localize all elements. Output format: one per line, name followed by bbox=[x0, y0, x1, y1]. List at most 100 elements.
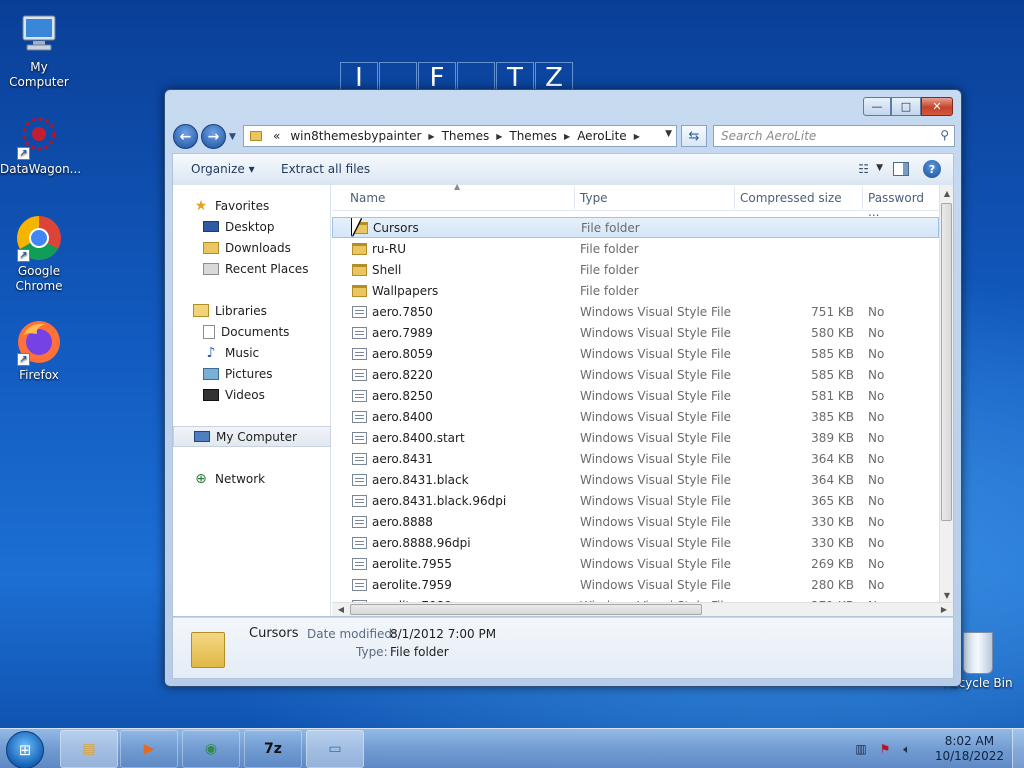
horizontal-scrollbar[interactable]: ◀ ▶ bbox=[332, 602, 953, 616]
file-row[interactable]: Shell File folder bbox=[332, 259, 939, 280]
file-row[interactable]: aero.8431.black Windows Visual Style File… bbox=[332, 469, 939, 490]
recent-pages-dropdown[interactable]: ▼ bbox=[229, 132, 239, 142]
file-row[interactable]: aero.8400.start Windows Visual Style File… bbox=[332, 427, 939, 448]
nav-network[interactable]: ⊕ Network bbox=[173, 468, 331, 489]
nav-recent-places[interactable]: Recent Places bbox=[173, 258, 331, 279]
explorer-window: — □ ✕ ← → ▼ « win8themesbypainter ▶ Them… bbox=[164, 89, 962, 687]
minimize-button[interactable]: — bbox=[863, 97, 891, 116]
file-row[interactable]: aero.8888.96dpi Windows Visual Style File… bbox=[332, 532, 939, 553]
maximize-button[interactable]: □ bbox=[891, 97, 921, 116]
breadcrumb-overflow[interactable]: « bbox=[268, 129, 285, 143]
chevron-right-icon[interactable]: ▶ bbox=[562, 132, 572, 141]
taskbar-app-media-player[interactable]: ▶ bbox=[120, 730, 178, 768]
file-row[interactable]: aero.8250 Windows Visual Style File 581 KB… bbox=[332, 385, 939, 406]
breadcrumb-item[interactable]: AeroLite bbox=[572, 129, 632, 143]
file-row[interactable]: aero.8400 Windows Visual Style File 385 KB… bbox=[332, 406, 939, 427]
chevron-right-icon[interactable]: ▶ bbox=[426, 132, 436, 141]
desktop-icon-google-chrome[interactable]: ↗ Google Chrome bbox=[0, 214, 78, 294]
column-header-compressed-size[interactable]: Compressed size bbox=[740, 191, 842, 205]
address-bar[interactable]: « win8themesbypainter ▶ Themes ▶ Themes … bbox=[243, 125, 677, 147]
chevron-right-icon[interactable]: ▶ bbox=[494, 132, 504, 141]
firefox-icon: ↗ bbox=[15, 318, 63, 366]
file-row[interactable]: Cursors File folder bbox=[332, 217, 939, 238]
nav-downloads[interactable]: Downloads bbox=[173, 237, 331, 258]
organize-button[interactable]: Organize ▾ bbox=[191, 162, 255, 176]
desktop-icon bbox=[203, 221, 219, 232]
file-row[interactable]: aero.7850 Windows Visual Style File 751 KB… bbox=[332, 301, 939, 322]
column-header-type[interactable]: Type bbox=[580, 191, 608, 205]
nav-pictures[interactable]: Pictures bbox=[173, 363, 331, 384]
scroll-up-icon[interactable]: ▲ bbox=[940, 187, 954, 201]
nav-videos[interactable]: Videos bbox=[173, 384, 331, 405]
nav-my-computer[interactable]: My Computer bbox=[173, 426, 331, 447]
taskbar-app-explorer[interactable]: ▤ bbox=[60, 730, 118, 768]
extract-all-button[interactable]: Extract all files bbox=[281, 162, 370, 176]
scroll-right-icon[interactable]: ▶ bbox=[937, 603, 951, 617]
breadcrumb-item[interactable]: Themes bbox=[437, 129, 495, 143]
network-tray-icon[interactable]: ▥ bbox=[854, 742, 868, 756]
downloads-folder-icon bbox=[203, 241, 219, 254]
nav-desktop[interactable]: Desktop bbox=[173, 216, 331, 237]
file-row[interactable]: aerolite.7959 Windows Visual Style File 28… bbox=[332, 574, 939, 595]
desktop-icon-label: Firefox bbox=[19, 368, 59, 382]
nav-music[interactable]: ♪ Music bbox=[173, 342, 331, 363]
file-row[interactable]: Wallpapers File folder bbox=[332, 280, 939, 301]
nav-documents[interactable]: Documents bbox=[173, 321, 331, 342]
desktop-icon-datawagon[interactable]: ↗ DataWagon... bbox=[0, 112, 81, 177]
search-icon[interactable]: ⚲ bbox=[940, 128, 949, 142]
start-button[interactable]: ⊞ bbox=[6, 731, 44, 768]
show-desktop-button[interactable] bbox=[1012, 729, 1024, 768]
view-options-icon[interactable]: ☷ bbox=[858, 162, 869, 176]
taskbar-app-picture-viewer[interactable]: ▭ bbox=[306, 730, 364, 768]
file-row[interactable]: ru-RU File folder bbox=[332, 238, 939, 259]
volume-icon[interactable]: 🔈︎ bbox=[900, 742, 914, 756]
file-type: Windows Visual Style File bbox=[580, 451, 732, 466]
taskbar-app-chrome[interactable]: ◉ bbox=[182, 730, 240, 768]
sort-ascending-icon: ▲ bbox=[454, 182, 461, 191]
chevron-down-icon[interactable]: ▼ bbox=[876, 163, 883, 173]
breadcrumb-item[interactable]: Themes bbox=[504, 129, 562, 143]
forward-button[interactable]: → bbox=[201, 124, 226, 149]
nav-favorites[interactable]: ★ Favorites bbox=[173, 195, 331, 216]
breadcrumb-item[interactable]: win8themesbypainter bbox=[285, 129, 426, 143]
clock[interactable]: 8:02 AM 10/18/2022 bbox=[935, 734, 1004, 764]
search-input[interactable]: Search AeroLite ⚲ bbox=[713, 125, 955, 147]
file-row[interactable]: aero.8220 Windows Visual Style File 585 KB… bbox=[332, 364, 939, 385]
file-name: aero.7989 bbox=[372, 325, 433, 340]
back-button[interactable]: ← bbox=[173, 124, 198, 149]
column-divider[interactable] bbox=[734, 187, 735, 209]
vertical-scroll-thumb[interactable] bbox=[941, 203, 952, 521]
horizontal-scroll-thumb[interactable] bbox=[350, 604, 702, 615]
column-header-password[interactable]: Password ... bbox=[868, 191, 939, 219]
file-row[interactable]: aero.8431 Windows Visual Style File 364 KB… bbox=[332, 448, 939, 469]
desktop-icon-my-computer[interactable]: My Computer bbox=[0, 10, 78, 90]
file-compressed-size: 585 KB bbox=[811, 346, 854, 361]
file-type: Windows Visual Style File bbox=[580, 430, 732, 445]
file-row[interactable]: aero.8431.black.96dpi Windows Visual Styl… bbox=[332, 490, 939, 511]
file-row[interactable]: aerolite.7955 Windows Visual Style File 26… bbox=[332, 553, 939, 574]
scroll-left-icon[interactable]: ◀ bbox=[334, 603, 348, 617]
column-divider[interactable] bbox=[862, 187, 863, 209]
refresh-button[interactable]: ⇆ bbox=[681, 125, 707, 147]
file-row[interactable]: aero.8888 Windows Visual Style File 330 KB… bbox=[332, 511, 939, 532]
file-password: No bbox=[868, 388, 885, 403]
close-button[interactable]: ✕ bbox=[921, 97, 953, 116]
column-divider[interactable] bbox=[574, 187, 575, 209]
visual-style-file-icon bbox=[352, 431, 367, 444]
nav-libraries[interactable]: Libraries bbox=[173, 300, 331, 321]
action-center-icon[interactable]: ⚑ bbox=[878, 742, 892, 756]
taskbar-app-7-zip[interactable]: 7z bbox=[244, 730, 302, 768]
address-history-dropdown[interactable]: ▼ bbox=[665, 129, 672, 139]
column-header-name[interactable]: Name bbox=[350, 191, 385, 205]
chevron-right-icon[interactable]: ▶ bbox=[632, 132, 642, 141]
help-icon[interactable]: ? bbox=[923, 160, 941, 178]
vertical-scrollbar[interactable]: ▲ ▼ bbox=[939, 185, 953, 603]
nav-item-label: Desktop bbox=[225, 219, 275, 234]
file-row[interactable]: aero.8059 Windows Visual Style File 585 KB… bbox=[332, 343, 939, 364]
file-name: Shell bbox=[372, 262, 402, 277]
file-row[interactable]: aero.7989 Windows Visual Style File 580 KB… bbox=[332, 322, 939, 343]
scroll-down-icon[interactable]: ▼ bbox=[940, 589, 954, 603]
file-name: aero.7850 bbox=[372, 304, 433, 319]
preview-pane-icon[interactable] bbox=[893, 162, 909, 176]
desktop-icon-firefox[interactable]: ↗ Firefox bbox=[0, 318, 78, 383]
